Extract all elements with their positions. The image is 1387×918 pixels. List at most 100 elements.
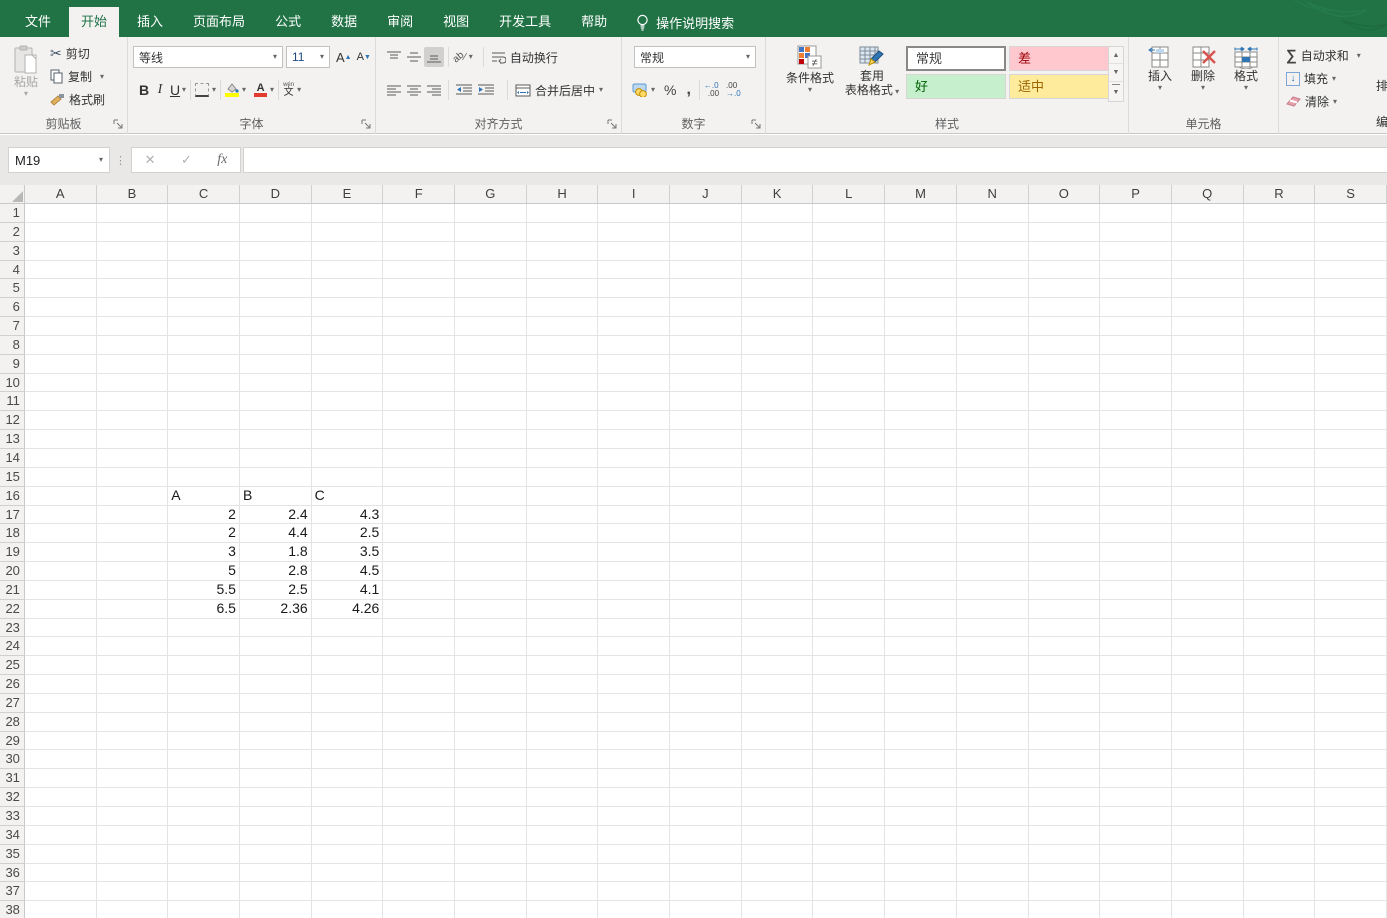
cell-F7[interactable]: [383, 317, 455, 336]
cell-Q3[interactable]: [1172, 242, 1244, 261]
cell-E21[interactable]: 4.1: [312, 581, 384, 600]
cell-L37[interactable]: [813, 882, 885, 901]
cell-I37[interactable]: [598, 882, 670, 901]
cell-G30[interactable]: [455, 750, 527, 769]
cell-L32[interactable]: [813, 788, 885, 807]
cell-L28[interactable]: [813, 713, 885, 732]
cell-P16[interactable]: [1100, 487, 1172, 506]
cell-M26[interactable]: [885, 675, 957, 694]
cell-A7[interactable]: [25, 317, 97, 336]
cell-R2[interactable]: [1244, 223, 1316, 242]
cell-K27[interactable]: [742, 694, 814, 713]
cell-S18[interactable]: [1315, 524, 1387, 543]
cell-H21[interactable]: [527, 581, 599, 600]
cell-R10[interactable]: [1244, 374, 1316, 393]
cell-I9[interactable]: [598, 355, 670, 374]
cell-P35[interactable]: [1100, 845, 1172, 864]
cell-J34[interactable]: [670, 826, 742, 845]
cell-E12[interactable]: [312, 411, 384, 430]
cell-J33[interactable]: [670, 807, 742, 826]
gallery-scroll-down-icon[interactable]: ▼: [1109, 64, 1123, 81]
cell-M29[interactable]: [885, 732, 957, 751]
row-header-5[interactable]: 5: [0, 279, 25, 298]
row-header-21[interactable]: 21: [0, 581, 25, 600]
cell-R5[interactable]: [1244, 279, 1316, 298]
cell-I20[interactable]: [598, 562, 670, 581]
cell-D33[interactable]: [240, 807, 312, 826]
cell-N10[interactable]: [957, 374, 1029, 393]
cell-F15[interactable]: [383, 468, 455, 487]
borders-dropdown-icon[interactable]: ▾: [212, 86, 216, 94]
cell-F30[interactable]: [383, 750, 455, 769]
cell-K1[interactable]: [742, 204, 814, 223]
fill-color-button[interactable]: [225, 83, 239, 97]
cell-S32[interactable]: [1315, 788, 1387, 807]
cell-H32[interactable]: [527, 788, 599, 807]
cell-O20[interactable]: [1029, 562, 1101, 581]
phonetic-dropdown-icon[interactable]: ▾: [297, 86, 301, 94]
row-header-27[interactable]: 27: [0, 694, 25, 713]
cell-L12[interactable]: [813, 411, 885, 430]
cell-F38[interactable]: [383, 901, 455, 918]
cell-Q27[interactable]: [1172, 694, 1244, 713]
cell-C26[interactable]: [168, 675, 240, 694]
cell-G17[interactable]: [455, 506, 527, 525]
cell-Q24[interactable]: [1172, 637, 1244, 656]
cell-E14[interactable]: [312, 449, 384, 468]
cell-E28[interactable]: [312, 713, 384, 732]
cell-G12[interactable]: [455, 411, 527, 430]
cell-E4[interactable]: [312, 261, 384, 280]
tab-insert[interactable]: 插入: [125, 7, 175, 37]
row-header-14[interactable]: 14: [0, 449, 25, 468]
cell-H3[interactable]: [527, 242, 599, 261]
cell-F24[interactable]: [383, 637, 455, 656]
column-header-D[interactable]: D: [240, 185, 312, 204]
cell-K23[interactable]: [742, 619, 814, 638]
row-header-12[interactable]: 12: [0, 411, 25, 430]
cell-K13[interactable]: [742, 430, 814, 449]
cell-P3[interactable]: [1100, 242, 1172, 261]
cell-M19[interactable]: [885, 543, 957, 562]
cell-D36[interactable]: [240, 864, 312, 883]
tab-formulas[interactable]: 公式: [263, 7, 313, 37]
cell-P7[interactable]: [1100, 317, 1172, 336]
row-header-24[interactable]: 24: [0, 637, 25, 656]
cell-L36[interactable]: [813, 864, 885, 883]
row-header-22[interactable]: 22: [0, 600, 25, 619]
cell-S5[interactable]: [1315, 279, 1387, 298]
format-painter-button[interactable]: 格式刷: [50, 91, 105, 108]
cell-J25[interactable]: [670, 656, 742, 675]
cell-R38[interactable]: [1244, 901, 1316, 918]
cell-J5[interactable]: [670, 279, 742, 298]
cell-C36[interactable]: [168, 864, 240, 883]
cell-K30[interactable]: [742, 750, 814, 769]
cell-I29[interactable]: [598, 732, 670, 751]
row-header-11[interactable]: 11: [0, 392, 25, 411]
cell-R16[interactable]: [1244, 487, 1316, 506]
cell-F35[interactable]: [383, 845, 455, 864]
cell-M34[interactable]: [885, 826, 957, 845]
cell-O8[interactable]: [1029, 336, 1101, 355]
cell-F1[interactable]: [383, 204, 455, 223]
cell-D12[interactable]: [240, 411, 312, 430]
cell-R36[interactable]: [1244, 864, 1316, 883]
cell-O25[interactable]: [1029, 656, 1101, 675]
cell-G24[interactable]: [455, 637, 527, 656]
cell-E34[interactable]: [312, 826, 384, 845]
sort-filter-button-clipped[interactable]: 排: [1376, 77, 1387, 94]
cell-B14[interactable]: [97, 449, 169, 468]
cell-J7[interactable]: [670, 317, 742, 336]
cell-N2[interactable]: [957, 223, 1029, 242]
cell-J1[interactable]: [670, 204, 742, 223]
cell-D6[interactable]: [240, 298, 312, 317]
cell-J24[interactable]: [670, 637, 742, 656]
cell-K34[interactable]: [742, 826, 814, 845]
cell-A37[interactable]: [25, 882, 97, 901]
cell-P37[interactable]: [1100, 882, 1172, 901]
cell-Q1[interactable]: [1172, 204, 1244, 223]
row-header-16[interactable]: 16: [0, 487, 25, 506]
cell-D4[interactable]: [240, 261, 312, 280]
cell-D28[interactable]: [240, 713, 312, 732]
cell-G6[interactable]: [455, 298, 527, 317]
column-header-Q[interactable]: Q: [1172, 185, 1244, 204]
